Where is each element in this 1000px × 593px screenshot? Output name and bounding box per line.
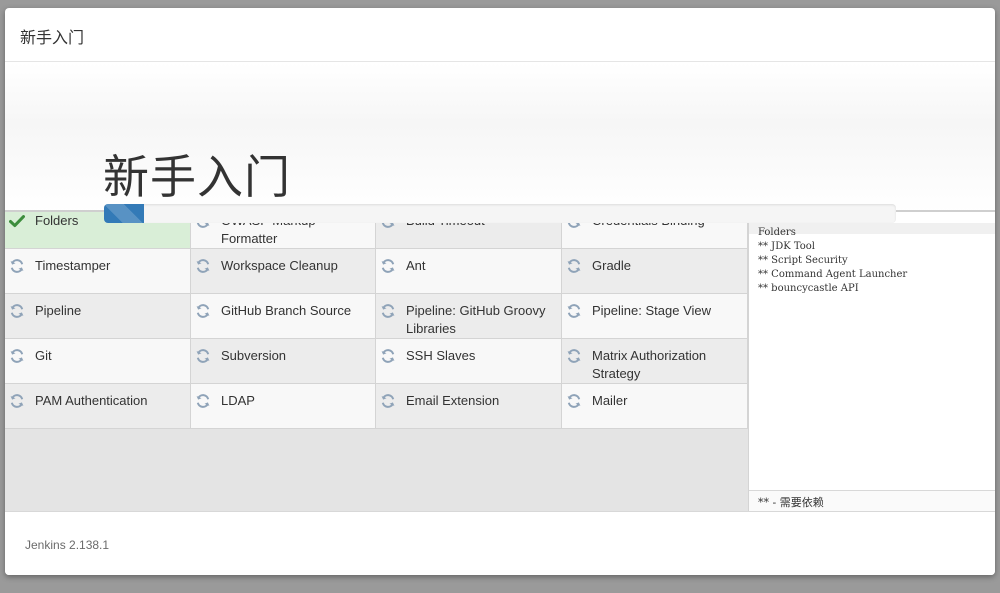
refresh-icon xyxy=(195,258,211,274)
refresh-icon xyxy=(9,393,25,409)
refresh-icon xyxy=(195,348,211,364)
refresh-icon xyxy=(566,393,582,409)
hero-title: 新手入门 xyxy=(103,150,291,204)
plugin-item: Pipeline xyxy=(5,294,191,339)
modal-title: 新手入门 xyxy=(20,28,85,47)
plugin-name: Ant xyxy=(406,258,426,273)
plugin-item: Gradle xyxy=(562,249,748,294)
refresh-icon xyxy=(566,348,582,364)
plugin-item: PAM Authentication xyxy=(5,384,191,429)
refresh-icon xyxy=(9,303,25,319)
modal-header: 新手入门 xyxy=(5,8,995,62)
plugin-name: Pipeline xyxy=(35,303,82,318)
log-line: ** JDK Tool xyxy=(758,241,815,252)
check-icon xyxy=(9,213,25,229)
plugin-name: Workspace Cleanup xyxy=(221,258,338,273)
refresh-icon xyxy=(195,393,211,409)
plugin-name: Timestamper xyxy=(35,258,111,273)
install-progress-bar xyxy=(104,204,896,223)
plugin-name: SSH Slaves xyxy=(406,348,476,363)
install-log-panel: Folders ** JDK Tool ** Script Security ** C… xyxy=(748,212,995,511)
refresh-icon xyxy=(195,303,211,319)
plugin-item: SSH Slaves xyxy=(376,339,562,384)
plugin-item: LDAP xyxy=(191,384,376,429)
jenkins-version: Jenkins 2.138.1 xyxy=(25,538,110,552)
plugin-item: Pipeline: GitHub Groovy Libraries xyxy=(376,294,562,339)
plugin-name: Subversion xyxy=(221,348,287,363)
plugin-name: LDAP xyxy=(221,393,255,408)
plugin-name: Pipeline: Stage View xyxy=(592,303,712,318)
plugin-item: Git xyxy=(5,339,191,384)
plugin-item: Pipeline: Stage View xyxy=(562,294,748,339)
plugin-name: Git xyxy=(35,348,52,363)
plugin-name: Gradle xyxy=(592,258,632,273)
install-progress-fill xyxy=(104,204,144,223)
setup-wizard-dialog: 新手入门 新手入门 FoldersOWASP Markup FormatterB… xyxy=(5,8,995,575)
plugin-name: Pipeline: GitHub Groovy Libraries xyxy=(406,303,546,336)
refresh-icon xyxy=(9,258,25,274)
plugin-name: PAM Authentication xyxy=(35,393,148,408)
plugin-item: Workspace Cleanup xyxy=(191,249,376,294)
refresh-icon xyxy=(380,303,396,319)
plugin-item: Mailer xyxy=(562,384,748,429)
log-line: Folders xyxy=(758,227,796,238)
plugin-item: Email Extension xyxy=(376,384,562,429)
hero-banner: 新手入门 xyxy=(5,63,995,213)
plugin-name: Matrix Authorization Strategy xyxy=(592,348,707,381)
refresh-icon xyxy=(566,258,582,274)
plugin-grid: FoldersOWASP Markup FormatterBuild Timeo… xyxy=(5,212,748,429)
install-log: Folders ** JDK Tool ** Script Security ** C… xyxy=(758,226,907,296)
log-line: ** Command Agent Launcher xyxy=(758,269,908,280)
modal-footer: Jenkins 2.138.1 xyxy=(5,511,995,575)
log-legend: ** - 需要依赖 xyxy=(749,490,995,511)
plugin-name: GitHub Branch Source xyxy=(221,303,352,318)
plugin-item: Ant xyxy=(376,249,562,294)
plugin-item: GitHub Branch Source xyxy=(191,294,376,339)
refresh-icon xyxy=(9,348,25,364)
plugin-item: Subversion xyxy=(191,339,376,384)
plugin-list-panel: FoldersOWASP Markup FormatterBuild Timeo… xyxy=(5,212,748,511)
log-line: ** bouncycastle API xyxy=(758,283,859,294)
plugin-item: Timestamper xyxy=(5,249,191,294)
plugin-item: Matrix Authorization Strategy xyxy=(562,339,748,384)
log-line: ** Script Security xyxy=(758,255,848,266)
refresh-icon xyxy=(566,303,582,319)
refresh-icon xyxy=(380,393,396,409)
log-legend-text: ** - 需要依赖 xyxy=(758,496,824,509)
plugin-name: Email Extension xyxy=(406,393,500,408)
plugin-name: Mailer xyxy=(592,393,628,408)
refresh-icon xyxy=(380,348,396,364)
refresh-icon xyxy=(380,258,396,274)
